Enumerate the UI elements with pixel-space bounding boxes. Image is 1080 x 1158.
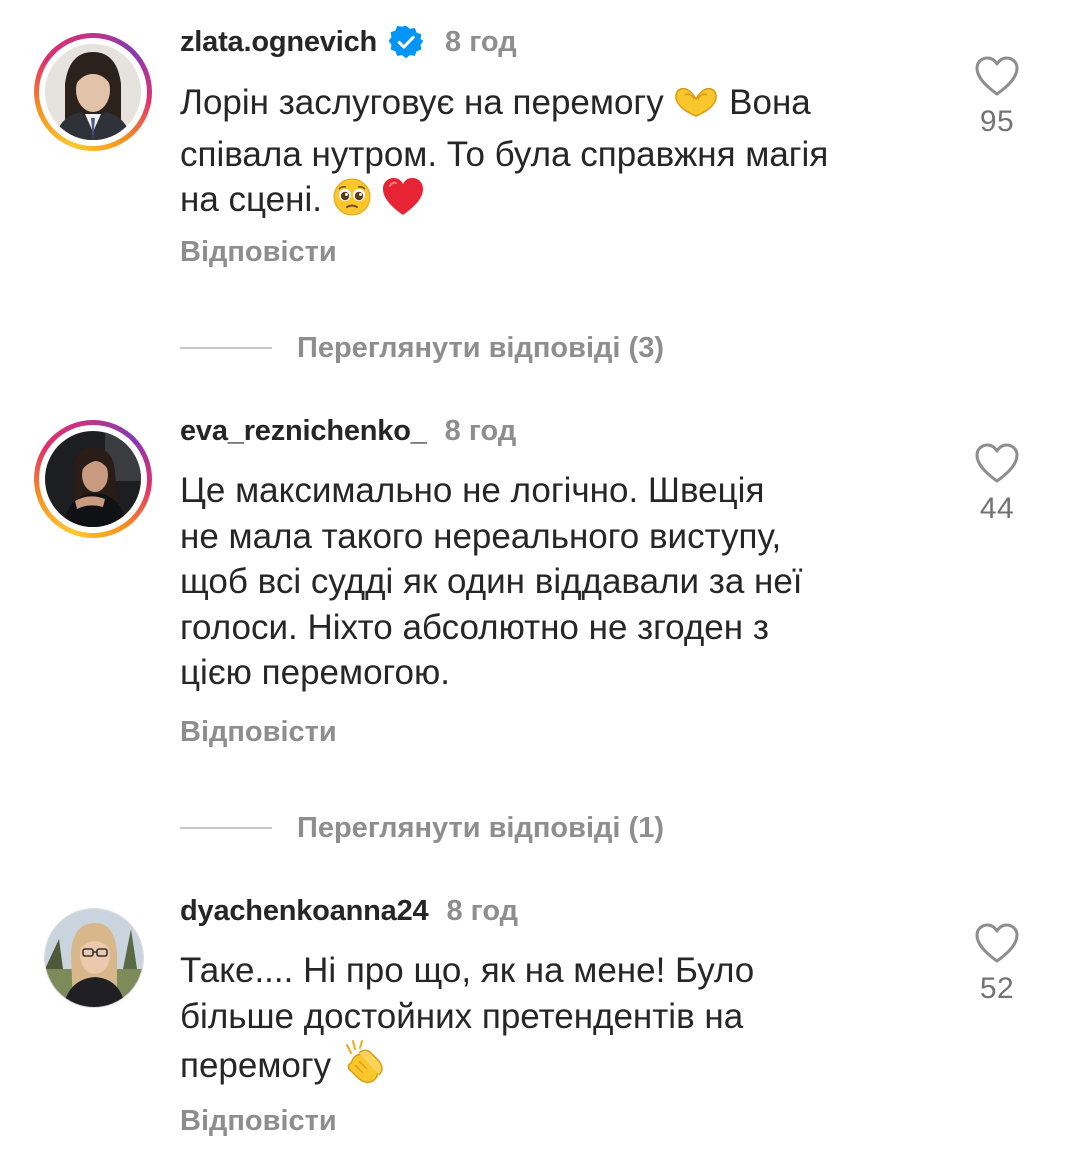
comment-text: Таке.... Ні про що, як на мене! Було біл… xyxy=(180,948,940,1095)
heart-outline-icon xyxy=(975,56,1019,96)
comment-line: Це максимально не логічно. Швеція xyxy=(180,471,765,510)
view-replies-button[interactable]: Переглянути відповіді (3) xyxy=(180,328,664,368)
avatar xyxy=(45,431,141,527)
avatar[interactable] xyxy=(44,908,144,1008)
comment-line-tail: Вона xyxy=(729,83,811,122)
red-heart-emoji xyxy=(381,177,425,229)
comment-line: на сцені. xyxy=(180,180,322,219)
like-count: 52 xyxy=(979,972,1015,1005)
comment-line: не мала такого нереального виступу, xyxy=(180,516,782,556)
username[interactable]: eva_reznichenko_ xyxy=(180,415,427,448)
clapping-hands-emoji xyxy=(341,1039,387,1095)
comment-line: більше достойних претендентів на xyxy=(180,996,744,1036)
comment-text: Лорін заслуговує на перемогу Вона співал… xyxy=(180,80,940,229)
avatar-story-ring[interactable] xyxy=(34,420,152,538)
username[interactable]: zlata.ognevich xyxy=(180,26,377,59)
comment-header: zlata.ognevich 8 год xyxy=(180,20,517,64)
comment-line: голоси. Ніхто абсолютно не згоден з xyxy=(180,607,769,647)
like-button[interactable]: 52 xyxy=(970,922,1024,1006)
like-button[interactable]: 95 xyxy=(970,55,1024,139)
comment-line: цією перемогою. xyxy=(180,653,450,692)
reply-button[interactable]: Відповісти xyxy=(180,1105,337,1138)
heart-hands-emoji xyxy=(673,86,719,132)
comment-line: Лорін заслуговує на перемогу xyxy=(180,83,664,122)
avatar xyxy=(45,44,141,140)
like-button[interactable]: 44 xyxy=(970,442,1024,526)
like-count: 95 xyxy=(979,105,1015,138)
divider xyxy=(180,827,272,829)
heart-outline-icon xyxy=(975,923,1019,963)
comment-text: Це максимально не логічно. Швеція не мал… xyxy=(180,468,940,696)
like-count: 44 xyxy=(979,492,1015,525)
view-replies-button[interactable]: Переглянути відповіді (1) xyxy=(180,808,664,848)
divider xyxy=(180,347,272,349)
view-replies-label: Переглянути відповіді (1) xyxy=(297,811,664,844)
timestamp: 8 год xyxy=(444,414,517,447)
reply-button[interactable]: Відповісти xyxy=(180,236,337,269)
reply-button[interactable]: Відповісти xyxy=(180,716,337,749)
timestamp: 8 год xyxy=(445,25,517,58)
comment-line: перемогу xyxy=(180,1046,332,1085)
comment-line: Таке.... Ні про що, як на мене! Було xyxy=(180,951,755,990)
comment-header: dyachenkoanna24 8 год xyxy=(180,889,518,933)
verified-badge-icon xyxy=(388,25,424,59)
comment-line: щоб всі судді як один віддавали за неї xyxy=(180,562,803,601)
username[interactable]: dyachenkoanna24 xyxy=(180,895,429,928)
comment-line: співала нутром. То була справжня магія xyxy=(180,134,829,174)
pleading-face-emoji xyxy=(332,177,372,229)
avatar-story-ring[interactable] xyxy=(34,33,152,151)
view-replies-label: Переглянути відповіді (3) xyxy=(297,331,664,364)
heart-outline-icon xyxy=(975,443,1019,483)
comment-header: eva_reznichenko_ 8 год xyxy=(180,409,516,453)
timestamp: 8 год xyxy=(446,894,519,927)
